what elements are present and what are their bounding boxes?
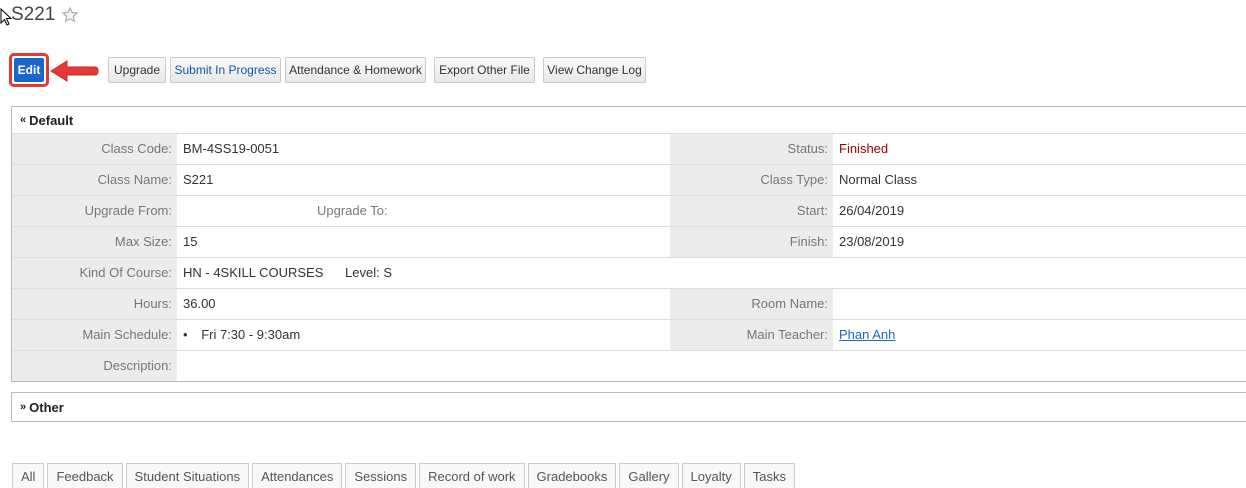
view-change-log-button[interactable]: View Change Log [543, 57, 646, 83]
page-header: S221 [11, 4, 79, 26]
upgrade-from-label: Upgrade From: [12, 196, 177, 226]
main-schedule-value: • Fri 7:30 - 9:30am [177, 320, 670, 350]
kind-of-course-value: HN - 4SKILL COURSES Level: S [177, 258, 1077, 288]
level-value: S [383, 265, 393, 280]
upgrade-from-value: Upgrade To: [177, 196, 670, 226]
main-teacher-link[interactable]: Phan Anh [839, 327, 895, 342]
schedule-item: Fri 7:30 - 9:30am [201, 327, 301, 342]
tab-tasks[interactable]: Tasks [743, 463, 795, 488]
row-upgrade: Upgrade From: Upgrade To: Start: 26/04/2… [12, 195, 1246, 226]
main-teacher-label: Main Teacher: [670, 320, 833, 350]
room-name-value [833, 289, 839, 319]
row-max-size: Max Size: 15 Finish: 23/08/2019 [12, 226, 1246, 257]
row-class-name: Class Name: S221 Class Type: Normal Clas… [12, 164, 1246, 195]
description-label: Description: [12, 351, 177, 381]
finish-label: Finish: [670, 227, 833, 257]
tab-gradebooks[interactable]: Gradebooks [527, 463, 617, 488]
other-section-title: Other [29, 399, 64, 415]
main-teacher-value: Phan Anh [833, 320, 895, 350]
status-value: Finished [839, 141, 889, 156]
class-code-label: Class Code: [12, 134, 177, 164]
class-name-value: S221 [183, 172, 214, 187]
edit-button[interactable]: Edit [14, 58, 44, 82]
class-type-value: Normal Class [839, 172, 918, 187]
tab-student-situations[interactable]: Student Situations [125, 463, 250, 488]
default-section-header[interactable]: « Default [12, 107, 1246, 133]
other-panel: » Other [11, 392, 1246, 422]
submit-in-progress-button[interactable]: Submit In Progress [170, 57, 281, 83]
max-size-value: 15 [183, 234, 198, 249]
hours-value: 36.00 [183, 296, 216, 311]
row-hours: Hours: 36.00 Room Name: [12, 288, 1246, 319]
bullet-icon: • [183, 327, 188, 342]
attendance-homework-button[interactable]: Attendance & Homework [285, 57, 426, 83]
row-kind-of-course: Kind Of Course: HN - 4SKILL COURSES Leve… [12, 257, 1246, 288]
main-schedule-label: Main Schedule: [12, 320, 177, 350]
room-name-label: Room Name: [670, 289, 833, 319]
other-section-header[interactable]: » Other [12, 393, 1246, 421]
hours-label: Hours: [12, 289, 177, 319]
red-arrow-icon [50, 60, 99, 82]
max-size-label: Max Size: [12, 227, 177, 257]
edit-highlight-box: Edit [9, 53, 49, 87]
class-name-label: Class Name: [12, 165, 177, 195]
description-value [177, 351, 183, 381]
tab-feedback[interactable]: Feedback [47, 463, 123, 488]
expand-chevron-icon: » [20, 401, 27, 413]
collapse-chevron-icon: « [20, 114, 27, 126]
tab-gallery[interactable]: Gallery [619, 463, 679, 488]
start-label: Start: [670, 196, 833, 226]
class-code-value: BM-4SS19-0051 [183, 141, 280, 156]
tab-record-of-work[interactable]: Record of work [419, 463, 525, 488]
tab-all[interactable]: All [12, 463, 45, 488]
level-label: Level: [345, 265, 380, 280]
tab-bar: All Feedback Student Situations Attendan… [12, 463, 798, 488]
upgrade-button[interactable]: Upgrade [108, 57, 166, 83]
row-main-schedule: Main Schedule: • Fri 7:30 - 9:30am Main … [12, 319, 1246, 350]
export-other-file-button[interactable]: Export Other File [434, 57, 535, 83]
kind-of-course-label: Kind Of Course: [12, 258, 177, 288]
tab-sessions[interactable]: Sessions [345, 463, 417, 488]
tab-attendances[interactable]: Attendances [252, 463, 343, 488]
page-title: S221 [11, 4, 56, 25]
default-panel: « Default Class Code: BM-4SS19-0051 Stat… [11, 106, 1246, 382]
row-class-code: Class Code: BM-4SS19-0051 Status: Finish… [12, 133, 1246, 164]
default-section-title: Default [29, 112, 74, 128]
favorite-star-icon[interactable] [61, 6, 79, 24]
status-label: Status: [670, 134, 833, 164]
start-value: 26/04/2019 [839, 203, 905, 218]
row-description: Description: [12, 350, 1246, 381]
class-type-label: Class Type: [670, 165, 833, 195]
upgrade-to-label: Upgrade To: [317, 203, 388, 218]
finish-value: 23/08/2019 [839, 234, 905, 249]
tab-loyalty[interactable]: Loyalty [681, 463, 741, 488]
kind-of-course-text: HN - 4SKILL COURSES [183, 265, 324, 280]
